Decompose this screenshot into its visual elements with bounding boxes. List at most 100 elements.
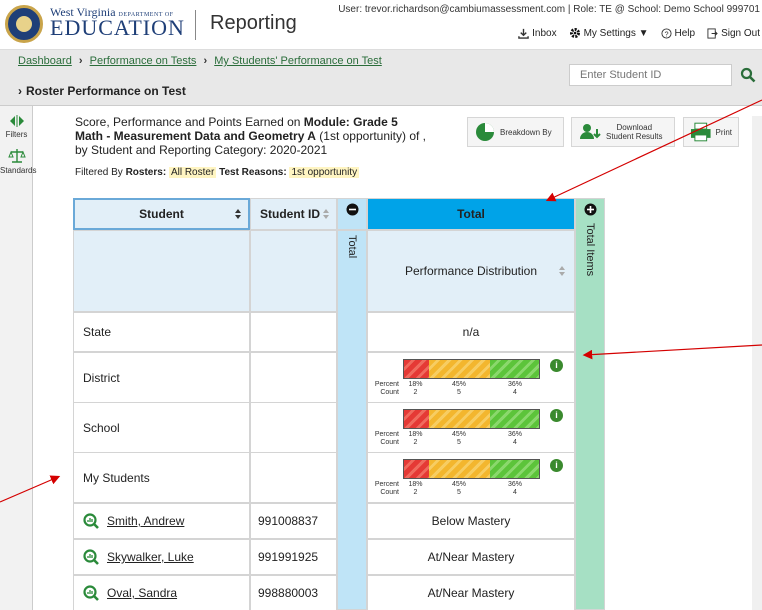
total-column-header[interactable]: Total <box>367 198 575 230</box>
count-row: Count 2 5 4 <box>373 439 573 448</box>
percent-value: 45% <box>451 431 466 438</box>
vertical-scrollbar[interactable] <box>752 116 762 610</box>
distribution-segment <box>489 360 539 378</box>
percent-value: 36% <box>507 481 522 488</box>
distribution-segment <box>428 410 490 428</box>
plus-circle-icon[interactable] <box>584 203 597 216</box>
table-row: Smith, Andrew 991008837 Below Mastery <box>73 503 575 539</box>
aggregate-label: School <box>73 402 250 453</box>
breadcrumb-dashboard[interactable]: Dashboard <box>18 55 72 67</box>
count-label: Count <box>380 439 399 446</box>
download-tray-icon <box>518 28 529 39</box>
distribution-segment <box>404 460 429 478</box>
sort-icon <box>559 266 565 276</box>
print-label: Print <box>715 127 732 137</box>
student-id-cell: 991991925 <box>250 539 337 575</box>
count-value: 4 <box>513 389 517 396</box>
performance-level-cell: At/Near Mastery <box>367 539 575 575</box>
print-button[interactable]: Print <box>683 117 739 147</box>
count-value: 4 <box>513 439 517 446</box>
distribution-segment <box>489 410 539 428</box>
info-icon[interactable]: i <box>550 409 563 422</box>
roster-table: Student Student ID Total Total Total Ite… <box>73 198 605 610</box>
page-title-text: Roster Performance on Test <box>26 84 186 98</box>
app-header: West Virginia DEPARTMENT OF EDUCATION Re… <box>0 0 762 50</box>
svg-text:?: ? <box>664 29 668 38</box>
app-title: Reporting <box>210 12 297 34</box>
student-name-cell: Oval, Sandra <box>73 575 250 610</box>
percent-value: 45% <box>451 381 466 388</box>
breadcrumb-bar: Dashboard › Performance on Tests › My St… <box>0 50 762 106</box>
performance-distribution-header[interactable]: Performance Distribution <box>367 230 575 312</box>
distribution-segment <box>489 460 539 478</box>
filters-label: Filters <box>5 130 28 139</box>
info-icon[interactable]: i <box>550 359 563 372</box>
breadcrumb-performance-on-tests[interactable]: Performance on Tests <box>90 55 197 67</box>
info-icon[interactable]: i <box>550 459 563 472</box>
performance-level-cell: At/Near Mastery <box>367 575 575 610</box>
inbox-label: Inbox <box>532 27 557 39</box>
distribution-header-row: Performance Distribution <box>73 230 575 312</box>
logo-divider <box>195 10 196 40</box>
distribution-segment <box>404 360 429 378</box>
chevron-right-icon: › <box>18 84 22 98</box>
aggregate-row: School i Percent 18% 45% 36% Count 2 5 4 <box>73 402 575 453</box>
standards-label: Standards <box>0 166 37 175</box>
student-id-column-header[interactable]: Student ID <box>250 198 337 230</box>
student-id-cell: 998880003 <box>250 575 337 610</box>
count-value: 2 <box>413 389 418 396</box>
percent-value: 18% <box>408 431 423 438</box>
student-column-header[interactable]: Student <box>73 198 250 230</box>
percent-value: 45% <box>451 481 466 488</box>
report-description: Score, Performance and Points Earned on … <box>75 115 427 157</box>
student-name-cell: Skywalker, Luke <box>73 539 250 575</box>
performance-distribution-bar: i Percent 18% 45% 36% Count 2 5 4 <box>373 359 573 399</box>
breakdown-by-button[interactable]: Breakdown By <box>467 117 564 147</box>
minus-circle-icon <box>346 203 359 216</box>
help-link[interactable]: ? Help <box>660 27 696 39</box>
help-label: Help <box>674 27 696 39</box>
table-row: Oval, Sandra 998880003 At/Near Mastery <box>73 575 575 610</box>
signout-label: Sign Out <box>721 27 760 39</box>
user-info: User: trevor.richardson@cambiumassessmen… <box>338 4 760 15</box>
count-value: 2 <box>413 489 418 496</box>
settings-link[interactable]: My Settings ▼ <box>569 27 649 39</box>
student-name-cell: Smith, Andrew <box>73 503 250 539</box>
student-detail-magnifier-icon[interactable] <box>83 549 99 565</box>
logo-education: EDUCATION <box>50 15 185 40</box>
filters-button[interactable]: Filters <box>0 114 33 139</box>
scales-icon <box>7 149 26 163</box>
blank-cell <box>250 230 337 312</box>
search-button[interactable] <box>734 64 762 86</box>
breadcrumb-chevron-icon: › <box>203 55 208 67</box>
distribution-cell: i Percent 18% 45% 36% Count 2 5 4 <box>367 402 575 453</box>
student-detail-magnifier-icon[interactable] <box>83 513 99 529</box>
percent-value: 36% <box>507 431 522 438</box>
performance-distribution-bar: i Percent 18% 45% 36% Count 2 5 4 <box>373 459 573 499</box>
count-row: Count 2 5 4 <box>373 389 573 398</box>
download-results-button[interactable]: Download Student Results <box>571 117 675 147</box>
performance-distribution-bar: i Percent 18% 45% 36% Count 2 5 4 <box>373 409 573 449</box>
top-links: Inbox My Settings ▼ ? Help Sign Out <box>518 27 760 39</box>
breadcrumb-chevron-icon: › <box>78 55 83 67</box>
student-detail-magnifier-icon[interactable] <box>83 585 99 601</box>
collapse-total-button[interactable] <box>337 198 367 230</box>
breadcrumb-my-students-performance[interactable]: My Students' Performance on Test <box>214 55 382 67</box>
roster-filter-value: All Roster <box>168 167 217 178</box>
perf-dist-label: Performance Distribution <box>404 264 538 278</box>
student-name-link[interactable]: Skywalker, Luke <box>107 550 194 564</box>
blank-cell <box>250 452 337 503</box>
standards-button[interactable]: Standards <box>0 148 37 175</box>
stacked-bar <box>403 359 540 379</box>
student-name-link[interactable]: Oval, Sandra <box>107 586 177 600</box>
distribution-cell: i Percent 18% 45% 36% Count 2 5 4 <box>367 352 575 403</box>
performance-level-cell: Below Mastery <box>367 503 575 539</box>
student-id-cell: 991008837 <box>250 503 337 539</box>
inbox-link[interactable]: Inbox <box>518 27 557 39</box>
student-name-link[interactable]: Smith, Andrew <box>107 514 184 528</box>
signout-link[interactable]: Sign Out <box>707 27 760 39</box>
count-label: Count <box>380 489 399 496</box>
student-id-search-input[interactable] <box>569 64 732 86</box>
distribution-segment <box>428 360 490 378</box>
sort-icon <box>235 209 241 219</box>
